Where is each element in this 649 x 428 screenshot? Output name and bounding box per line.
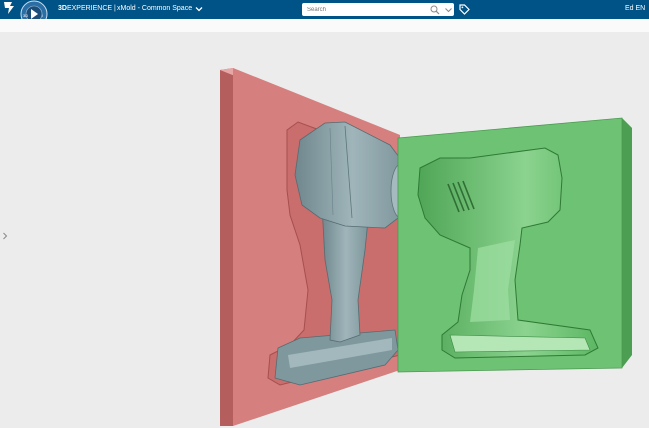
tag-icon[interactable] xyxy=(458,3,470,15)
brand-bold: 3D xyxy=(58,5,67,12)
user-name[interactable]: Ed EN xyxy=(625,4,645,14)
platform-brand: 3DEXPERIENCE | xyxy=(58,4,116,14)
search-options-chevron-icon[interactable] xyxy=(444,5,453,15)
app-name-menu[interactable]: xMold - Common Space xyxy=(117,4,203,14)
brand-light: EXPERIENCE xyxy=(66,5,113,12)
3d-viewport[interactable] xyxy=(0,32,649,428)
search-input[interactable] xyxy=(307,4,417,15)
side-panel-expand-icon[interactable] xyxy=(2,232,8,240)
brand-separator: | xyxy=(114,5,116,12)
top-bar: 3D i V.R 3DEXPERIENCE | xMold - Common S… xyxy=(0,0,649,28)
app-name-label: xMold - Common Space xyxy=(117,5,193,12)
svg-text:i: i xyxy=(42,13,43,18)
chevron-down-icon xyxy=(195,7,203,12)
cavity-mold-half[interactable] xyxy=(397,117,632,373)
search-box xyxy=(302,3,454,16)
action-bar-strip xyxy=(0,19,649,32)
svg-text:3D: 3D xyxy=(23,13,28,18)
search-icon[interactable] xyxy=(430,5,440,15)
